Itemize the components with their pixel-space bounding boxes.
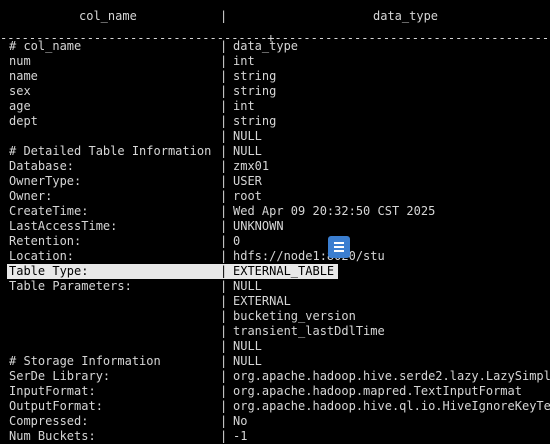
row-separator: |: [220, 84, 228, 98]
row-col-name: Retention:: [9, 234, 82, 248]
row-data-type: hdfs://node1:8020/stu: [233, 249, 385, 263]
row-data-type: EXTERNAL_TABLE: [233, 264, 335, 278]
row-col-name: CreateTime:: [9, 204, 89, 218]
row-separator: |: [220, 369, 228, 383]
row-separator: |: [220, 39, 228, 53]
row-data-type: data_type: [233, 39, 299, 53]
row-data-type: string: [233, 69, 277, 83]
row-separator: |: [220, 204, 228, 218]
row-separator: |: [220, 309, 228, 323]
row-separator: |: [220, 174, 228, 188]
row-separator: |: [220, 399, 228, 413]
row-data-type: NULL: [233, 279, 262, 293]
row-separator: |: [220, 429, 228, 443]
row-col-name: OutputFormat:: [9, 399, 103, 413]
column-header-col-name: col_name: [79, 9, 137, 23]
row-data-type: int: [233, 99, 255, 113]
row-separator: |: [220, 234, 228, 248]
row-data-type: org.apache.hadoop.mapred.TextInputFormat: [233, 384, 522, 398]
row-separator: |: [220, 189, 228, 203]
row-data-type: NULL: [233, 354, 262, 368]
row-data-type: NULL: [233, 129, 262, 143]
row-data-type: No: [233, 414, 248, 428]
row-col-name: # Detailed Table Information: [9, 144, 212, 158]
row-col-name: Compressed:: [9, 414, 89, 428]
row-separator: |: [220, 69, 228, 83]
row-col-name: age: [9, 99, 31, 113]
row-data-type: string: [233, 114, 277, 128]
row-data-type: NULL: [233, 144, 262, 158]
row-separator: |: [220, 414, 228, 428]
row-col-name: Num Buckets:: [9, 429, 96, 443]
row-separator: |: [220, 54, 228, 68]
row-data-type: org.apache.hadoop.hive.ql.io.HiveIgnoreK…: [233, 399, 550, 413]
row-col-name: name: [9, 69, 38, 83]
row-data-type: USER: [233, 174, 262, 188]
row-data-type: UNKNOWN: [233, 219, 284, 233]
header-pipe: |: [220, 9, 228, 23]
column-header-data-type: data_type: [373, 9, 439, 23]
row-data-type: string: [233, 84, 277, 98]
row-col-name: LastAccessTime:: [9, 219, 118, 233]
row-data-type: 0: [233, 234, 241, 248]
row-col-name: InputFormat:: [9, 384, 96, 398]
row-separator: |: [220, 279, 228, 293]
row-separator: |: [220, 249, 228, 263]
row-col-name: # Storage Information: [9, 354, 161, 368]
row-separator: |: [220, 354, 228, 368]
row-col-name: Table Type:: [9, 264, 89, 278]
list-icon[interactable]: [328, 236, 350, 258]
row-col-name: num: [9, 54, 31, 68]
row-data-type: EXTERNAL: [233, 294, 291, 308]
row-col-name: dept: [9, 114, 38, 128]
row-col-name: # col_name: [9, 39, 82, 53]
row-separator: |: [220, 384, 228, 398]
row-col-name: sex: [9, 84, 31, 98]
row-col-name: SerDe Library:: [9, 369, 111, 383]
row-data-type: Wed Apr 09 20:32:50 CST 2025: [233, 204, 436, 218]
row-data-type: bucketing_version: [233, 309, 356, 323]
row-data-type: int: [233, 54, 255, 68]
row-separator: |: [220, 264, 228, 278]
row-col-name: OwnerType:: [9, 174, 82, 188]
row-separator: |: [220, 219, 228, 233]
row-col-name: Owner:: [9, 189, 53, 203]
row-col-name: Table Parameters:: [9, 279, 132, 293]
row-separator: |: [220, 324, 228, 338]
row-data-type: zmx01: [233, 159, 270, 173]
row-data-type: root: [233, 189, 262, 203]
row-separator: |: [220, 144, 228, 158]
row-separator: |: [220, 159, 228, 173]
row-data-type: NULL: [233, 339, 262, 353]
row-separator: |: [220, 129, 228, 143]
row-data-type: transient_lastDdlTime: [233, 324, 385, 338]
row-col-name: Database:: [9, 159, 75, 173]
row-data-type: org.apache.hadoop.hive.serde2.lazy.LazyS…: [233, 369, 550, 383]
row-separator: |: [220, 339, 228, 353]
row-col-name: Location:: [9, 249, 75, 263]
row-separator: |: [220, 99, 228, 113]
terminal-output[interactable]: col_name | data_type -------------------…: [0, 0, 550, 443]
row-separator: |: [220, 114, 228, 128]
row-data-type: -1: [233, 429, 248, 443]
row-separator: |: [220, 294, 228, 308]
